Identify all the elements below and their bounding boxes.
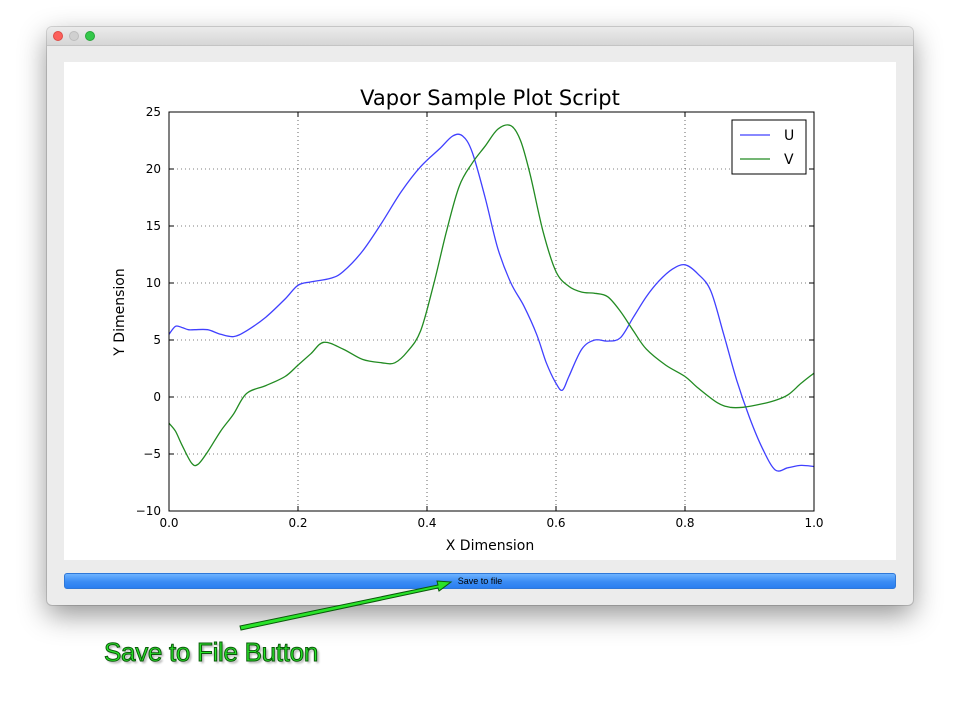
- annotation-label: Save to File Button: [104, 637, 319, 668]
- annotation-arrow: [239, 580, 453, 631]
- arrow-shape: [239, 580, 453, 631]
